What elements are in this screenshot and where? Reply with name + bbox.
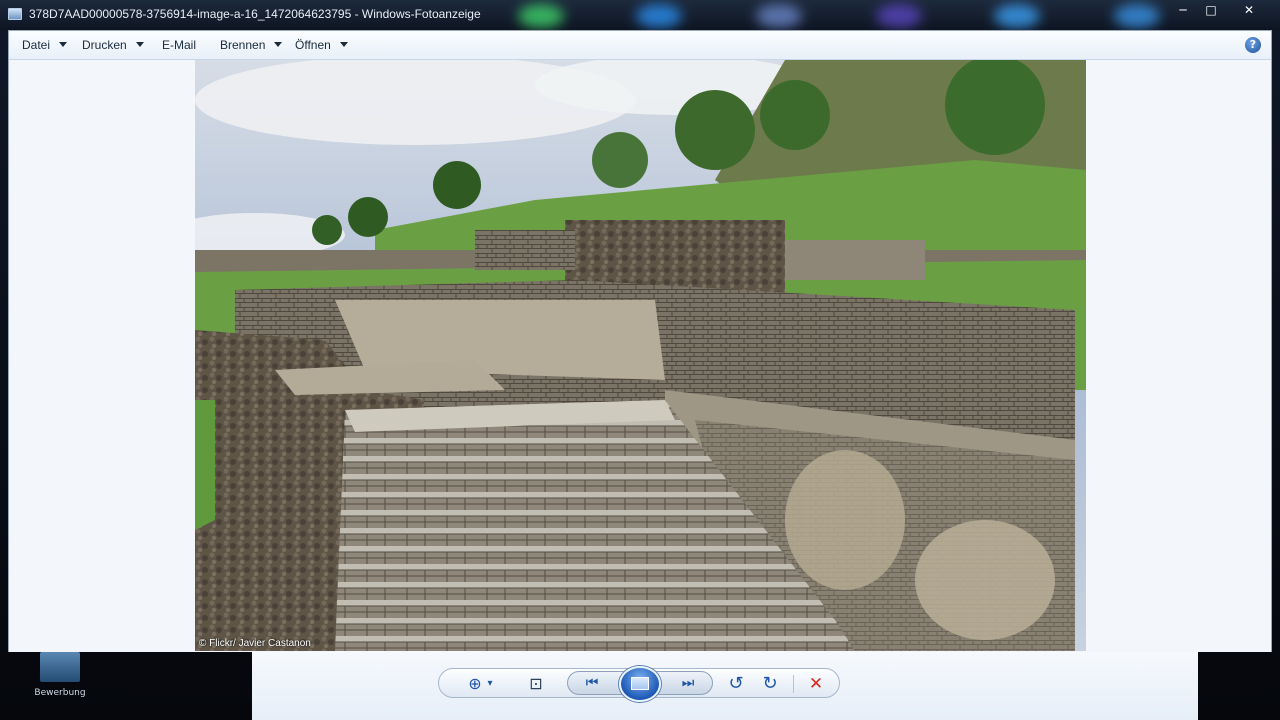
app-icon (8, 8, 22, 20)
menu-brennen[interactable]: Brennen (220, 38, 283, 52)
chevron-down-icon (59, 42, 68, 48)
toolbar-separator (793, 675, 794, 693)
close-button[interactable]: ✕ (1226, 0, 1272, 20)
viewer-client-area: Datei Drucken E-Mail Brennen Öffnen ? © … (8, 30, 1272, 652)
delete-icon[interactable]: ✕ (805, 674, 827, 694)
menu-email[interactable]: E-Mail (162, 38, 196, 52)
slideshow-icon (631, 677, 649, 690)
taskbar-glow (994, 4, 1040, 28)
image-stage: © Flickr/ Javier Castanon (9, 60, 1271, 652)
window-title: 378D7AAD00000578-3756914-image-a-16_1472… (29, 7, 481, 21)
photo-pyramid-stairs-icon (195, 60, 1086, 651)
fit-window-icon[interactable]: ⊡ (525, 674, 547, 694)
photo-viewer-window: 378D7AAD00000578-3756914-image-a-16_1472… (0, 0, 1280, 720)
rotate-right-icon[interactable]: ↻ (759, 674, 781, 694)
help-icon[interactable]: ? (1245, 37, 1261, 53)
menu-oeffnen-label: Öffnen (295, 38, 331, 52)
taskbar-glow (756, 4, 802, 28)
taskbar-glow (636, 4, 682, 28)
toolbar-pill: ⊕ ▾ ⊡ ⏮ ⏭ ↺ ↻ ✕ (438, 666, 840, 702)
zoom-icon[interactable]: ⊕ (465, 674, 485, 694)
title-bar[interactable]: 378D7AAD00000578-3756914-image-a-16_1472… (0, 0, 1280, 30)
menu-drucken[interactable]: Drucken (82, 38, 144, 52)
slideshow-button[interactable] (619, 666, 661, 702)
bottom-toolbar: ⊕ ▾ ⊡ ⏮ ⏭ ↺ ↻ ✕ (252, 652, 1198, 720)
zoom-caret-icon[interactable]: ▾ (485, 674, 495, 694)
menu-datei[interactable]: Datei (22, 38, 68, 52)
chevron-down-icon (135, 42, 144, 48)
menu-datei-label: Datei (22, 38, 51, 52)
menu-bar: Datei Drucken E-Mail Brennen Öffnen ? (9, 31, 1271, 60)
chevron-down-icon (339, 42, 348, 48)
menu-oeffnen[interactable]: Öffnen (295, 38, 348, 52)
menu-brennen-label: Brennen (220, 38, 266, 52)
menu-drucken-label: Drucken (82, 38, 127, 52)
chevron-down-icon (274, 42, 283, 48)
taskbar-glow (1114, 4, 1160, 28)
previous-icon[interactable]: ⏮ (580, 673, 604, 693)
displayed-photo[interactable]: © Flickr/ Javier Castanon (195, 60, 1086, 651)
taskbar-glow (518, 4, 564, 28)
rotate-left-icon[interactable]: ↺ (725, 674, 747, 694)
next-icon[interactable]: ⏭ (676, 673, 700, 693)
maximize-button[interactable]: □ (1194, 0, 1228, 20)
photo-credit: © Flickr/ Javier Castanon (199, 638, 311, 649)
taskbar-glow (876, 4, 922, 28)
